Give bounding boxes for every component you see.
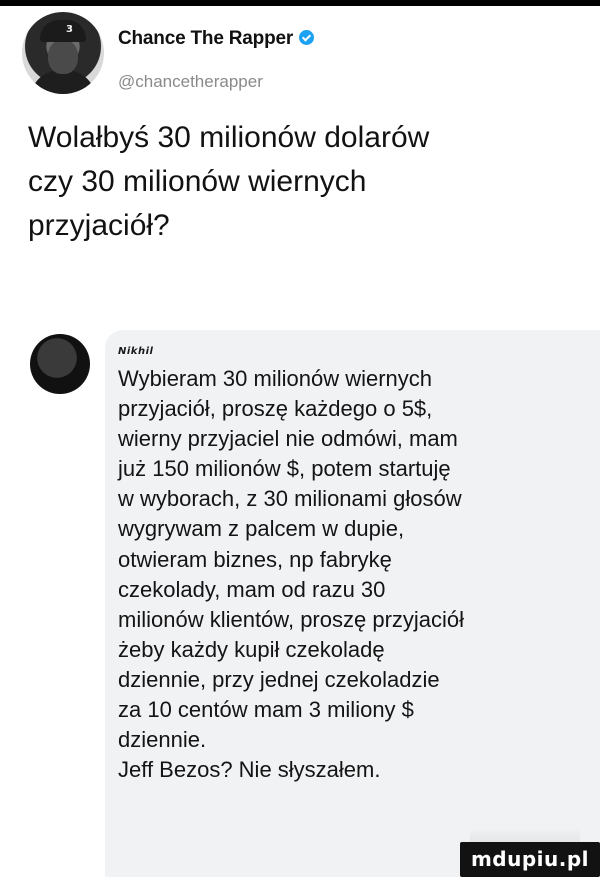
tweet-author-name-text: Chance The Rapper bbox=[118, 28, 294, 49]
avatar-cap bbox=[40, 20, 86, 42]
comment-text-line: dziennie. bbox=[118, 727, 207, 753]
comment-text-line: Wybieram 30 milionów wiernych bbox=[118, 366, 433, 391]
comment-text-line: Jeff Bezos? Nie słyszałem. bbox=[118, 757, 381, 783]
comment-text-line: milionów klientów, proszę przyjaciół bbox=[118, 606, 465, 632]
watermark-logo: mdupiu.pl bbox=[460, 842, 600, 877]
watermark-text: mdupiu.pl bbox=[470, 847, 590, 871]
avatar-cap-number: 3 bbox=[66, 24, 73, 35]
comment-text: Wybieram 30 milionów wiernych przyjaciół… bbox=[118, 364, 588, 785]
top-edge-bar bbox=[0, 0, 600, 6]
tweet-author-handle[interactable]: @chancetherapper bbox=[118, 72, 263, 92]
comment-text-line: żeby każdy kupił czekoladę bbox=[118, 636, 385, 662]
comment-text-line: czekolady, mam od razu 30 bbox=[118, 576, 386, 602]
comment-text-line: przyjaciół, proszę każdego o 5$, bbox=[118, 396, 433, 422]
verified-icon bbox=[299, 30, 315, 45]
comment-text-line: otwieram biznes, np fabrykę bbox=[118, 546, 392, 572]
avatar-face bbox=[48, 40, 78, 74]
comment-author-avatar[interactable] bbox=[30, 334, 90, 394]
comment-text-line: wygrywam z palcem w dupie, bbox=[118, 516, 405, 542]
comment-text-line: dziennie, przy jednej czekoladzie bbox=[118, 666, 440, 692]
tweet-text-line: czy 30 milionów wiernych bbox=[28, 165, 367, 198]
tweet-text-line: Wolałbyś 30 milionów dolarów bbox=[28, 121, 430, 154]
comment-text-line: za 10 centów mam 3 miliony $ bbox=[118, 697, 414, 723]
comment-text-line: wierny przyjaciel nie odmówi, mam bbox=[118, 426, 458, 452]
tweet-text: Wolałbyś 30 milionów dolarów czy 30 mili… bbox=[28, 116, 568, 248]
tweet-author-avatar[interactable]: 3 bbox=[22, 12, 104, 94]
comment-text-line: w wyborach, z 30 milionami głosów bbox=[118, 486, 462, 512]
tweet-header: 3 Chance The Rapper @chancetherapper bbox=[22, 10, 582, 100]
tweet-author-name[interactable]: Chance The Rapper bbox=[118, 28, 315, 50]
comment-text-line: już 150 milionów $, potem startuję bbox=[118, 456, 451, 482]
watermark-sheen bbox=[470, 828, 580, 842]
tweet-text-line: przyjaciół? bbox=[28, 209, 170, 242]
comment-author-name[interactable]: Nikhil bbox=[118, 346, 153, 357]
